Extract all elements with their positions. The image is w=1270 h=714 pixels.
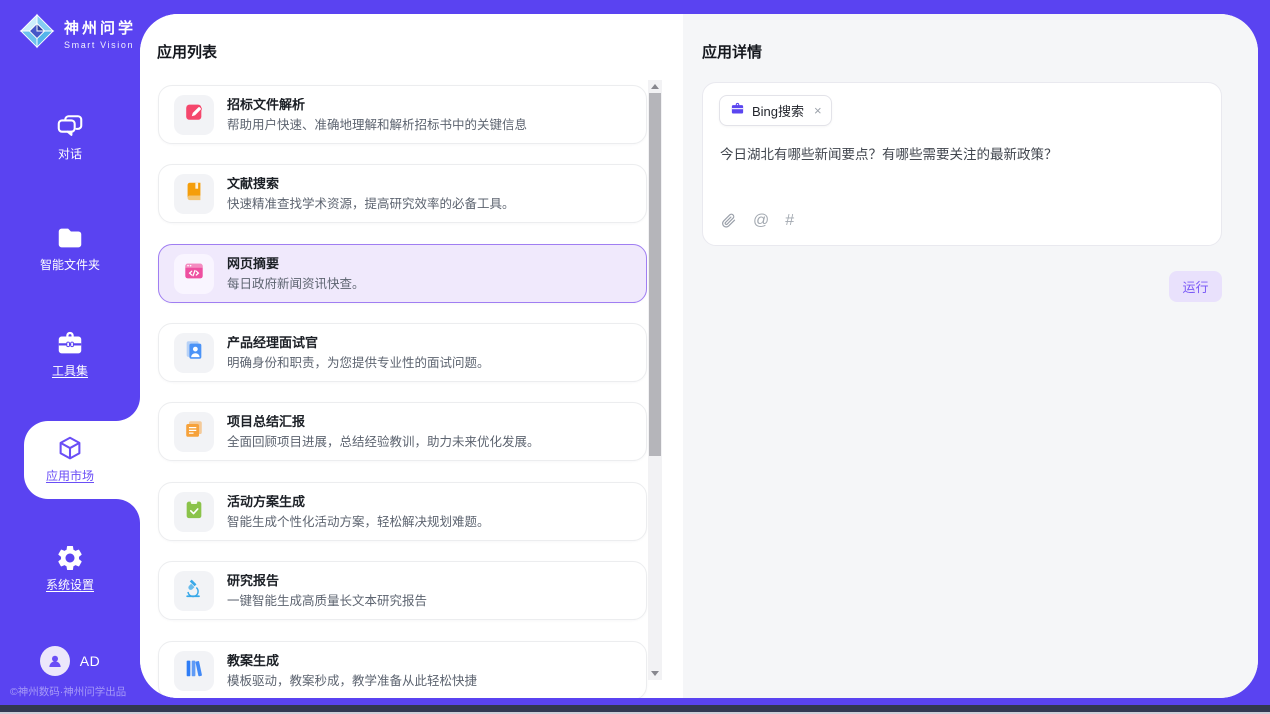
sidebar-item-chat[interactable]: 对话 (0, 112, 140, 161)
app-card-desc: 明确身份和职责，为您提供专业性的面试问题。 (227, 357, 490, 370)
paperclip-icon[interactable] (720, 212, 737, 229)
sidebar-item-label: 智能文件夹 (40, 259, 100, 272)
scrollbar-thumb[interactable] (649, 93, 661, 456)
gear-icon (55, 543, 85, 573)
app-card-desc: 全面回顾项目进展，总结经验教训，助力未来优化发展。 (227, 436, 540, 449)
app-icon-tile (174, 174, 214, 214)
app-card-desc: 快速精准查找学术资源，提高研究效率的必备工具。 (227, 198, 515, 211)
edit-doc-icon (183, 101, 205, 128)
brand-subtitle: Smart Vision (64, 40, 136, 50)
user-initials: AD (80, 653, 100, 669)
app-detail-panel: 应用详情 Bing搜索 × 今日湖北有哪些新闻要点？有哪些需要关注的最新政策？ … (683, 14, 1258, 698)
tool-tag-label: Bing搜索 (752, 101, 804, 120)
app-card-title: 研究报告 (227, 574, 427, 587)
app-card-title: 产品经理面试官 (227, 336, 490, 349)
app-card[interactable]: 文献搜索 快速精准查找学术资源，提高研究效率的必备工具。 (158, 164, 647, 223)
bubble-fillet-bottom (116, 499, 140, 523)
app-icon-tile (174, 412, 214, 452)
app-icon-tile (174, 254, 214, 294)
run-button[interactable]: 运行 (1169, 271, 1222, 302)
clipboard-check-icon (183, 498, 205, 525)
app-card-desc: 智能生成个性化活动方案，轻松解决规划难题。 (227, 516, 490, 529)
brand-name: 神州问学 (64, 17, 136, 38)
sidebar-item-folder[interactable]: 智能文件夹 (0, 223, 140, 272)
book-icon (183, 180, 205, 207)
books-icon (183, 657, 205, 684)
browser-icon (183, 260, 205, 287)
app-icon-tile (174, 333, 214, 373)
attachment-toolbar: @# (720, 212, 794, 229)
app-card-title: 教案生成 (227, 654, 477, 667)
sidebar-item-toolbox[interactable]: 工具集 (0, 329, 140, 378)
sidebar: 神州问学 Smart Vision 对话 智能文件夹 工具集 应用市场 系统设置 (0, 0, 140, 714)
app-card[interactable]: 项目总结汇报 全面回顾项目进展，总结经验教训，助力未来优化发展。 (158, 402, 647, 461)
page-root: 神州问学 Smart Vision 对话 智能文件夹 工具集 应用市场 系统设置 (0, 0, 1270, 714)
close-icon[interactable]: × (814, 103, 822, 118)
app-card-desc: 模板驱动，教案秒成，教学准备从此轻松快捷 (227, 675, 477, 688)
chat-icon (55, 112, 85, 142)
app-card[interactable]: 招标文件解析 帮助用户快速、准确地理解和解析招标书中的关键信息 (158, 85, 647, 144)
notes-icon (183, 418, 205, 445)
bottom-bar (0, 705, 1270, 714)
scrollbar-up-arrow[interactable] (648, 80, 662, 93)
microscope-icon (183, 577, 205, 604)
query-input-card[interactable]: Bing搜索 × 今日湖北有哪些新闻要点？有哪些需要关注的最新政策？ @# (702, 82, 1222, 246)
hash-icon[interactable]: # (785, 213, 794, 229)
app-icon-tile (174, 95, 214, 135)
app-list-panel: 应用列表 招标文件解析 帮助用户快速、准确地理解和解析招标书中的关键信息 文献搜… (140, 14, 683, 698)
copyright-text: ©神州数码·神州问学出品 (10, 684, 126, 699)
app-icon-tile (174, 651, 214, 691)
briefcase-icon (730, 101, 745, 121)
main-container: 应用列表 招标文件解析 帮助用户快速、准确地理解和解析招标书中的关键信息 文献搜… (140, 14, 1258, 698)
tool-tag-bing[interactable]: Bing搜索 × (719, 95, 832, 126)
scrollbar-down-arrow[interactable] (648, 667, 662, 680)
app-card-desc: 每日政府新闻资讯快查。 (227, 278, 365, 291)
user-profile[interactable]: AD (0, 646, 140, 676)
folder-icon (55, 223, 85, 253)
app-card-title: 活动方案生成 (227, 495, 490, 508)
diamond-logo-icon (18, 12, 56, 55)
app-card-desc: 一键智能生成高质量长文本研究报告 (227, 595, 427, 608)
sidebar-item-label: 对话 (58, 148, 82, 161)
at-icon[interactable]: @ (753, 213, 769, 229)
app-card[interactable]: 研究报告 一键智能生成高质量长文本研究报告 (158, 561, 647, 620)
interview-icon (183, 339, 205, 366)
app-card-title: 文献搜索 (227, 177, 515, 190)
sidebar-item-label: 应用市场 (46, 470, 94, 483)
person-icon (46, 652, 64, 670)
cube-icon (55, 434, 85, 464)
app-card[interactable]: 教案生成 模板驱动，教案秒成，教学准备从此轻松快捷 (158, 641, 647, 698)
toolbox-icon (55, 329, 85, 359)
query-text[interactable]: 今日湖北有哪些新闻要点？有哪些需要关注的最新政策？ (720, 145, 1201, 165)
brand: 神州问学 Smart Vision (18, 12, 136, 55)
app-card-title: 网页摘要 (227, 257, 365, 270)
app-list: 招标文件解析 帮助用户快速、准确地理解和解析招标书中的关键信息 文献搜索 快速精… (140, 14, 683, 698)
sidebar-item-cube[interactable]: 应用市场 (0, 434, 140, 483)
app-card-title: 项目总结汇报 (227, 415, 540, 428)
app-card-desc: 帮助用户快速、准确地理解和解析招标书中的关键信息 (227, 119, 527, 132)
app-card[interactable]: 产品经理面试官 明确身份和职责，为您提供专业性的面试问题。 (158, 323, 647, 382)
sidebar-item-label: 系统设置 (46, 579, 94, 592)
app-card[interactable]: 活动方案生成 智能生成个性化活动方案，轻松解决规划难题。 (158, 482, 647, 541)
app-card[interactable]: 网页摘要 每日政府新闻资讯快查。 (158, 244, 647, 303)
avatar (40, 646, 70, 676)
sidebar-item-gear[interactable]: 系统设置 (0, 543, 140, 592)
scrollbar[interactable] (648, 80, 662, 680)
sidebar-item-label: 工具集 (52, 365, 88, 378)
app-detail-title: 应用详情 (702, 41, 762, 62)
app-icon-tile (174, 492, 214, 532)
bubble-fillet-top (116, 397, 140, 421)
app-card-title: 招标文件解析 (227, 98, 527, 111)
app-icon-tile (174, 571, 214, 611)
